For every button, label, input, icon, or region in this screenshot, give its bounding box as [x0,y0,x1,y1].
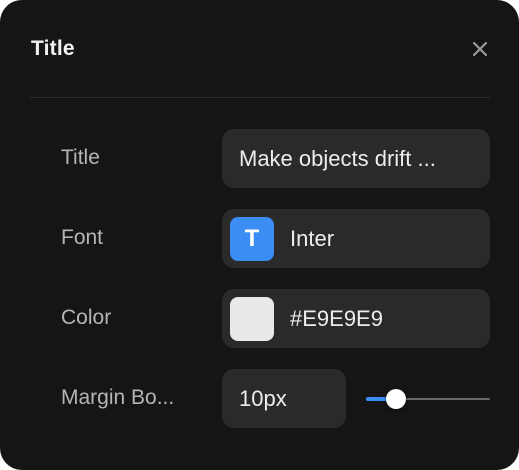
margin-bottom-label: Margin Bo... [61,386,175,409]
font-select[interactable]: T Inter [222,209,490,268]
close-icon [472,41,488,57]
slider-thumb[interactable] [385,389,406,409]
header-divider [30,97,490,98]
title-settings-panel: Title Title Make objects drift ... Font … [0,0,519,470]
color-value: #E9E9E9 [290,305,383,331]
font-value: Inter [290,225,335,251]
panel-header: Title [0,0,519,98]
margin-bottom-slider[interactable] [366,386,490,412]
color-label: Color [61,306,112,329]
title-label: Title [61,146,100,169]
margin-bottom-value: 10px [239,385,287,411]
close-button[interactable] [466,35,494,63]
text-type-icon: T [230,216,274,261]
title-input[interactable]: Make objects drift ... [222,129,490,188]
color-swatch[interactable] [230,296,274,341]
font-label: Font [61,226,104,249]
title-value: Make objects drift ... [239,145,436,171]
panel-title: Title [31,37,75,60]
color-picker[interactable]: #E9E9E9 [222,289,490,348]
margin-bottom-input[interactable]: 10px [222,369,346,428]
